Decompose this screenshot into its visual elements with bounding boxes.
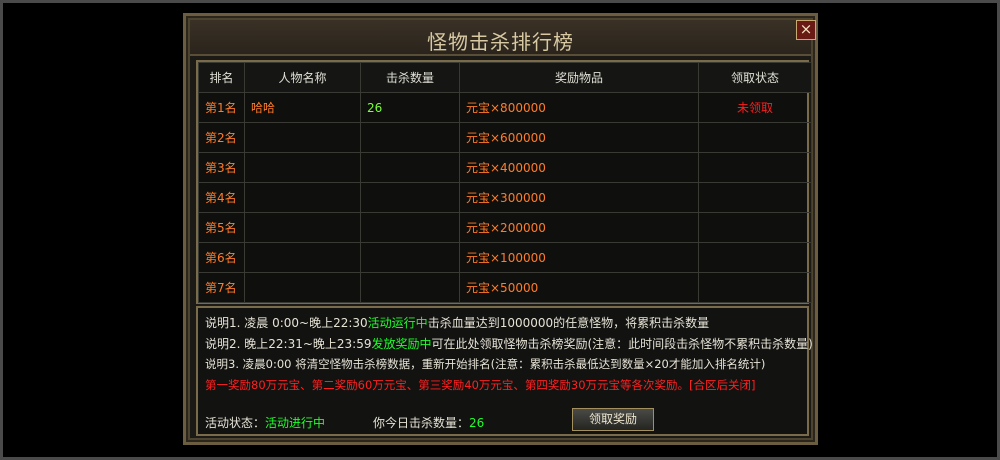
claim-reward-button[interactable]: 领取奖励	[572, 408, 654, 431]
info-line-2: 说明2. 晚上22:31~晚上23:59发放奖励中可在此处领取怪物击杀榜奖励(注…	[205, 335, 813, 352]
window-title-bar: 怪物击杀排行榜 ×	[190, 20, 816, 56]
info-line-2-prefix: 说明2. 晚上22:31~晚上23:59	[205, 337, 372, 351]
reward-cell: 元宝×400000	[459, 152, 699, 183]
rank-cell: 第2名	[198, 122, 245, 153]
table-row: 第6名 元宝×100000	[198, 242, 812, 273]
info-line-1: 说明1. 凌晨 0:00~晚上22:30活动运行中击杀血量达到1000000的任…	[205, 314, 709, 331]
table-row: 第7名 元宝×50000	[198, 272, 812, 303]
reward-notice: 第一奖励80万元宝、第二奖励60万元宝、第三奖励40万元宝、第四奖励30万元宝等…	[205, 378, 756, 392]
player-name-cell	[244, 182, 361, 213]
info-line-2-highlight: 发放奖励中	[371, 337, 432, 351]
reward-cell: 元宝×800000	[459, 92, 699, 123]
rank-cell: 第3名	[198, 152, 245, 183]
header-rank: 排名	[198, 62, 245, 93]
table-row: 第3名 元宝×400000	[198, 152, 812, 183]
player-name-cell	[244, 212, 361, 243]
rank-cell: 第1名	[198, 92, 245, 123]
kill-ranking-window: 怪物击杀排行榜 × 排名 人物名称 击杀数量 奖励物品 领取状态 第1名 哈哈	[183, 13, 818, 445]
player-name-cell	[244, 242, 361, 273]
table-row: 第1名 哈哈 26 元宝×800000 未领取	[198, 92, 812, 123]
claim-status-cell	[698, 122, 812, 153]
window-title: 怪物击杀排行榜	[427, 30, 574, 54]
ranking-table: 排名 人物名称 击杀数量 奖励物品 领取状态 第1名 哈哈 26 元宝×8000…	[196, 60, 812, 304]
table-row: 第5名 元宝×200000	[198, 212, 812, 243]
rank-cell: 第5名	[198, 212, 245, 243]
reward-cell: 元宝×600000	[459, 122, 699, 153]
activity-status-value: 活动进行中	[265, 416, 326, 430]
claim-status-cell	[698, 242, 812, 273]
today-kill-label: 你今日击杀数量：	[373, 416, 470, 430]
kills-cell	[360, 242, 460, 273]
rank-cell: 第4名	[198, 182, 245, 213]
table-row: 第4名 元宝×300000	[198, 182, 812, 213]
rank-cell: 第7名	[198, 272, 245, 303]
today-kill-count: 你今日击杀数量：26	[373, 414, 484, 431]
kills-cell: 26	[360, 92, 460, 123]
rank-cell: 第6名	[198, 242, 245, 273]
claim-status-cell	[698, 272, 812, 303]
kills-cell	[360, 182, 460, 213]
header-status: 领取状态	[698, 62, 812, 93]
today-kill-value: 26	[469, 416, 485, 430]
activity-status: 活动状态：活动进行中	[205, 414, 325, 431]
info-line-1-text: 击杀血量达到1000000的任意怪物，将累积击杀数量	[427, 316, 710, 330]
info-line-1-highlight: 活动运行中	[367, 316, 428, 330]
info-panel: 说明1. 凌晨 0:00~晚上22:30活动运行中击杀血量达到1000000的任…	[196, 306, 813, 436]
reward-cell: 元宝×50000	[459, 272, 699, 303]
kills-cell	[360, 212, 460, 243]
info-line-2-text: 可在此处领取怪物击杀榜奖励(注意：此时间段击杀怪物不累积击杀数量)	[431, 337, 813, 351]
header-reward: 奖励物品	[459, 62, 699, 93]
activity-status-label: 活动状态：	[205, 416, 266, 430]
header-kills: 击杀数量	[360, 62, 460, 93]
table-row: 第2名 元宝×600000	[198, 122, 812, 153]
claim-status-cell	[698, 212, 812, 243]
claim-status-cell	[698, 152, 812, 183]
kills-cell	[360, 272, 460, 303]
player-name-cell	[244, 122, 361, 153]
player-name-cell	[244, 152, 361, 183]
header-name: 人物名称	[244, 62, 361, 93]
info-line-3: 说明3. 凌晨0:00 将清空怪物击杀榜数据，重新开始排名(注意：累积击杀最低达…	[205, 357, 766, 371]
claim-status-cell	[698, 182, 812, 213]
kills-cell	[360, 122, 460, 153]
claim-status-cell: 未领取	[698, 92, 812, 123]
reward-cell: 元宝×300000	[459, 182, 699, 213]
kills-cell	[360, 152, 460, 183]
table-header-row: 排名 人物名称 击杀数量 奖励物品 领取状态	[198, 62, 812, 93]
player-name-cell	[244, 272, 361, 303]
info-line-1-prefix: 说明1. 凌晨 0:00~晚上22:30	[205, 316, 368, 330]
player-name-cell: 哈哈	[244, 92, 361, 123]
reward-cell: 元宝×200000	[459, 212, 699, 243]
reward-cell: 元宝×100000	[459, 242, 699, 273]
close-button[interactable]: ×	[796, 20, 816, 40]
